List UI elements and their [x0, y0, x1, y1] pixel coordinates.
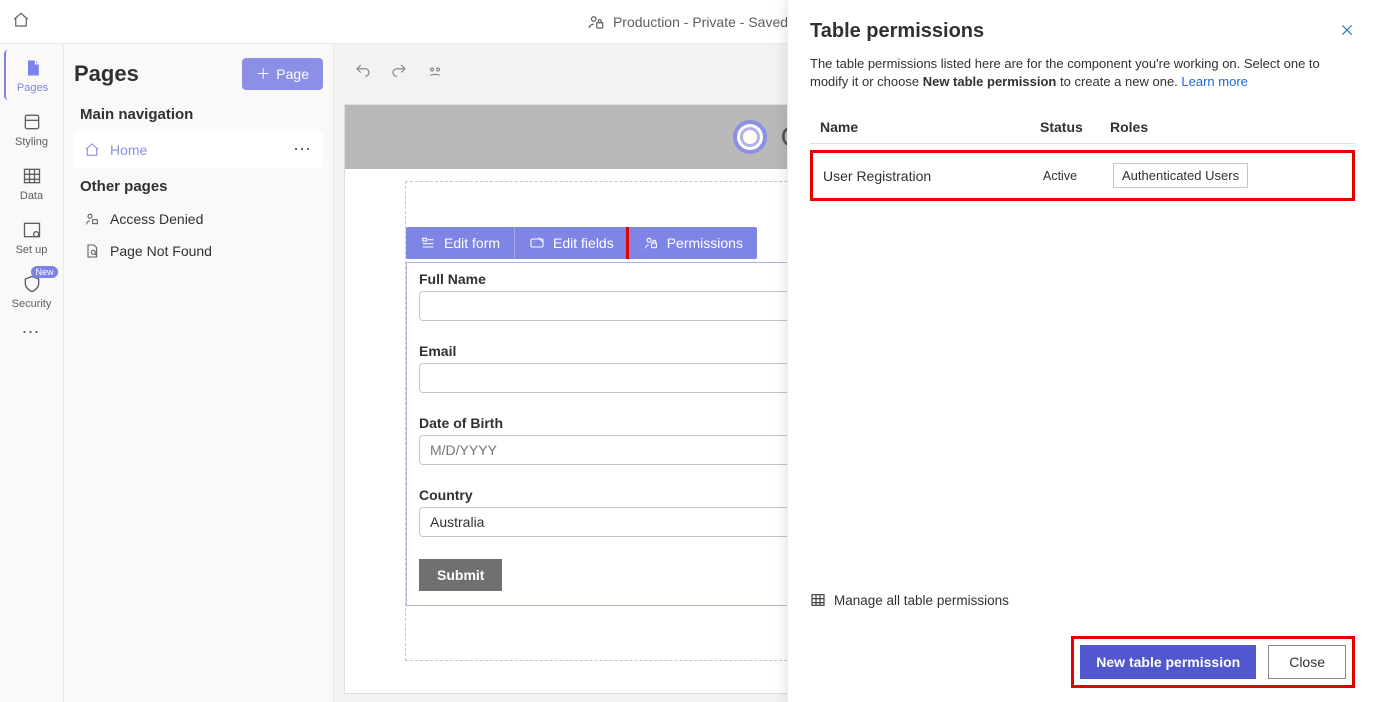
page-toolbar: [354, 62, 444, 80]
rail-label: Set up: [16, 244, 48, 256]
close-icon[interactable]: [1339, 22, 1355, 41]
edit-fields-button[interactable]: Edit fields: [515, 227, 629, 259]
bot-icon[interactable]: [426, 62, 444, 80]
row-status: Active: [1043, 169, 1113, 183]
environment-switcher[interactable]: Production - Private - Saved: [587, 13, 808, 31]
nav-access-denied[interactable]: Access Denied: [74, 203, 323, 235]
desc-suffix: to create a new one.: [1056, 74, 1181, 89]
panel-actions: New table permission Close: [1071, 636, 1355, 688]
person-lock-icon: [84, 211, 100, 227]
panel-description: The table permissions listed here are fo…: [810, 55, 1355, 91]
page-icon: [23, 58, 43, 78]
rail-setup[interactable]: Set up: [4, 212, 60, 262]
company-logo: [733, 120, 767, 154]
permissions-button[interactable]: Permissions: [629, 227, 757, 259]
rail-label: Pages: [17, 82, 48, 94]
form-icon: [420, 235, 436, 251]
other-pages-heading: Other pages: [80, 178, 323, 195]
rail-pages[interactable]: Pages: [4, 50, 60, 100]
page-search-icon: [84, 243, 100, 259]
btn-label: Edit fields: [553, 235, 614, 251]
learn-more-link[interactable]: Learn more: [1181, 74, 1247, 89]
desc-bold: New table permission: [923, 74, 1057, 89]
rail-security[interactable]: New Security: [4, 266, 60, 316]
role-chip: Authenticated Users: [1113, 163, 1248, 188]
more-icon[interactable]: ⋯: [293, 139, 313, 160]
permissions-panel: Table permissions The table permissions …: [787, 0, 1377, 702]
rail-styling[interactable]: Styling: [4, 104, 60, 154]
rail-label: Data: [20, 190, 43, 202]
col-name: Name: [820, 119, 1040, 135]
col-roles: Roles: [1110, 119, 1345, 135]
nav-label: Page Not Found: [110, 243, 212, 259]
rail-label: Security: [12, 298, 52, 310]
grid-icon: [810, 592, 826, 608]
panel-title: Table permissions: [810, 20, 1355, 43]
nav-home[interactable]: Home ⋯: [74, 131, 323, 168]
row-roles: Authenticated Users: [1113, 163, 1342, 188]
rail-data[interactable]: Data: [4, 158, 60, 208]
home-icon: [84, 142, 100, 158]
data-icon: [22, 166, 42, 186]
left-rail: Pages Styling Data Set up New Security ⋯: [0, 44, 64, 702]
close-button[interactable]: Close: [1268, 645, 1346, 679]
styling-icon: [22, 112, 42, 132]
add-page-button[interactable]: ＋ Page: [242, 58, 323, 90]
edit-form-button[interactable]: Edit form: [406, 227, 515, 259]
nav-page-not-found[interactable]: Page Not Found: [74, 235, 323, 267]
nav-label: Access Denied: [110, 211, 203, 227]
setup-icon: [22, 220, 42, 240]
add-page-label: Page: [276, 66, 309, 82]
manage-permissions-link[interactable]: Manage all table permissions: [810, 592, 1355, 608]
btn-label: Edit form: [444, 235, 500, 251]
submit-button[interactable]: Submit: [419, 559, 502, 591]
permission-row[interactable]: User Registration Active Authenticated U…: [810, 150, 1355, 201]
row-name: User Registration: [823, 168, 1043, 184]
pages-panel: Pages ＋ Page Main navigation Home ⋯ Othe…: [64, 44, 334, 702]
permissions-table-head: Name Status Roles: [810, 111, 1355, 144]
new-permission-button[interactable]: New table permission: [1080, 645, 1256, 679]
pages-title: Pages: [74, 61, 139, 87]
fields-icon: [529, 235, 545, 251]
plus-icon: ＋: [256, 64, 270, 84]
person-lock-icon: [643, 235, 659, 251]
home-icon[interactable]: [12, 11, 30, 32]
manage-label: Manage all table permissions: [834, 593, 1009, 608]
main-nav-heading: Main navigation: [80, 106, 323, 123]
undo-icon[interactable]: [354, 62, 372, 80]
rail-label: Styling: [15, 136, 48, 148]
col-status: Status: [1040, 119, 1110, 135]
btn-label: Permissions: [667, 235, 743, 251]
redo-icon[interactable]: [390, 62, 408, 80]
new-badge: New: [31, 266, 57, 278]
form-toolbar: Edit form Edit fields Permissions: [406, 227, 757, 259]
rail-more[interactable]: ⋯: [22, 322, 42, 343]
nav-label: Home: [110, 142, 147, 158]
people-lock-icon: [587, 13, 605, 31]
environment-label: Production - Private - Saved: [613, 14, 788, 30]
